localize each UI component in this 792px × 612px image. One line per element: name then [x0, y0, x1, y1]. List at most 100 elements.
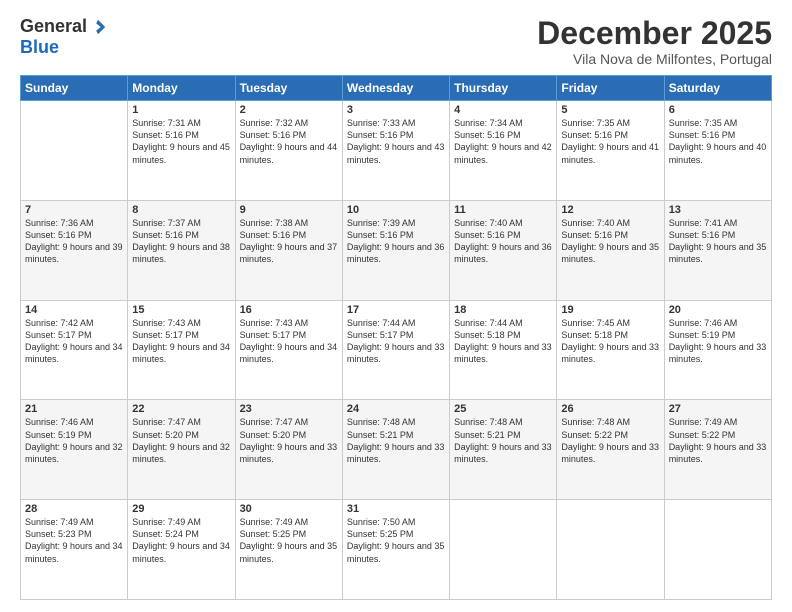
- calendar-cell: 9 Sunrise: 7:38 AMSunset: 5:16 PMDayligh…: [235, 200, 342, 300]
- col-friday: Friday: [557, 76, 664, 101]
- calendar-cell: 18 Sunrise: 7:44 AMSunset: 5:18 PMDaylig…: [450, 300, 557, 400]
- calendar-cell: 26 Sunrise: 7:48 AMSunset: 5:22 PMDaylig…: [557, 400, 664, 500]
- day-number: 6: [669, 104, 767, 116]
- logo-icon: [89, 18, 107, 36]
- col-thursday: Thursday: [450, 76, 557, 101]
- cell-info: Sunrise: 7:47 AMSunset: 5:20 PMDaylight:…: [132, 417, 230, 463]
- cell-info: Sunrise: 7:45 AMSunset: 5:18 PMDaylight:…: [561, 318, 659, 364]
- day-number: 19: [561, 304, 659, 316]
- cell-info: Sunrise: 7:43 AMSunset: 5:17 PMDaylight:…: [240, 318, 338, 364]
- calendar-cell: 5 Sunrise: 7:35 AMSunset: 5:16 PMDayligh…: [557, 101, 664, 201]
- cell-info: Sunrise: 7:48 AMSunset: 5:21 PMDaylight:…: [454, 417, 552, 463]
- cell-info: Sunrise: 7:41 AMSunset: 5:16 PMDaylight:…: [669, 218, 767, 264]
- day-number: 10: [347, 204, 445, 216]
- day-number: 18: [454, 304, 552, 316]
- cell-info: Sunrise: 7:44 AMSunset: 5:17 PMDaylight:…: [347, 318, 445, 364]
- calendar-cell: 15 Sunrise: 7:43 AMSunset: 5:17 PMDaylig…: [128, 300, 235, 400]
- cell-info: Sunrise: 7:33 AMSunset: 5:16 PMDaylight:…: [347, 118, 445, 164]
- calendar-cell: 1 Sunrise: 7:31 AMSunset: 5:16 PMDayligh…: [128, 101, 235, 201]
- calendar-cell: 7 Sunrise: 7:36 AMSunset: 5:16 PMDayligh…: [21, 200, 128, 300]
- calendar-cell: 30 Sunrise: 7:49 AMSunset: 5:25 PMDaylig…: [235, 500, 342, 600]
- calendar-cell: 4 Sunrise: 7:34 AMSunset: 5:16 PMDayligh…: [450, 101, 557, 201]
- day-number: 15: [132, 304, 230, 316]
- calendar-cell: 17 Sunrise: 7:44 AMSunset: 5:17 PMDaylig…: [342, 300, 449, 400]
- calendar-cell: 10 Sunrise: 7:39 AMSunset: 5:16 PMDaylig…: [342, 200, 449, 300]
- day-number: 20: [669, 304, 767, 316]
- cell-info: Sunrise: 7:47 AMSunset: 5:20 PMDaylight:…: [240, 417, 338, 463]
- cell-info: Sunrise: 7:36 AMSunset: 5:16 PMDaylight:…: [25, 218, 123, 264]
- calendar-cell: 8 Sunrise: 7:37 AMSunset: 5:16 PMDayligh…: [128, 200, 235, 300]
- cell-info: Sunrise: 7:38 AMSunset: 5:16 PMDaylight:…: [240, 218, 338, 264]
- day-number: 2: [240, 104, 338, 116]
- cell-info: Sunrise: 7:43 AMSunset: 5:17 PMDaylight:…: [132, 318, 230, 364]
- day-number: 8: [132, 204, 230, 216]
- day-number: 11: [454, 204, 552, 216]
- day-number: 3: [347, 104, 445, 116]
- cell-info: Sunrise: 7:49 AMSunset: 5:24 PMDaylight:…: [132, 517, 230, 563]
- calendar-week-row: 14 Sunrise: 7:42 AMSunset: 5:17 PMDaylig…: [21, 300, 772, 400]
- cell-info: Sunrise: 7:46 AMSunset: 5:19 PMDaylight:…: [669, 318, 767, 364]
- cell-info: Sunrise: 7:31 AMSunset: 5:16 PMDaylight:…: [132, 118, 230, 164]
- day-number: 13: [669, 204, 767, 216]
- calendar-cell: 24 Sunrise: 7:48 AMSunset: 5:21 PMDaylig…: [342, 400, 449, 500]
- calendar-cell: 27 Sunrise: 7:49 AMSunset: 5:22 PMDaylig…: [664, 400, 771, 500]
- col-sunday: Sunday: [21, 76, 128, 101]
- cell-info: Sunrise: 7:46 AMSunset: 5:19 PMDaylight:…: [25, 417, 123, 463]
- calendar-cell: 3 Sunrise: 7:33 AMSunset: 5:16 PMDayligh…: [342, 101, 449, 201]
- day-number: 31: [347, 503, 445, 515]
- day-number: 12: [561, 204, 659, 216]
- day-number: 29: [132, 503, 230, 515]
- cell-info: Sunrise: 7:49 AMSunset: 5:22 PMDaylight:…: [669, 417, 767, 463]
- day-number: 24: [347, 403, 445, 415]
- cell-info: Sunrise: 7:32 AMSunset: 5:16 PMDaylight:…: [240, 118, 338, 164]
- cell-info: Sunrise: 7:44 AMSunset: 5:18 PMDaylight:…: [454, 318, 552, 364]
- day-number: 14: [25, 304, 123, 316]
- cell-info: Sunrise: 7:35 AMSunset: 5:16 PMDaylight:…: [669, 118, 767, 164]
- calendar-cell: 19 Sunrise: 7:45 AMSunset: 5:18 PMDaylig…: [557, 300, 664, 400]
- day-number: 16: [240, 304, 338, 316]
- calendar-cell: 31 Sunrise: 7:50 AMSunset: 5:25 PMDaylig…: [342, 500, 449, 600]
- cell-info: Sunrise: 7:35 AMSunset: 5:16 PMDaylight:…: [561, 118, 659, 164]
- calendar-cell: 14 Sunrise: 7:42 AMSunset: 5:17 PMDaylig…: [21, 300, 128, 400]
- calendar-cell: 12 Sunrise: 7:40 AMSunset: 5:16 PMDaylig…: [557, 200, 664, 300]
- calendar-cell: 29 Sunrise: 7:49 AMSunset: 5:24 PMDaylig…: [128, 500, 235, 600]
- cell-info: Sunrise: 7:40 AMSunset: 5:16 PMDaylight:…: [454, 218, 552, 264]
- day-number: 22: [132, 403, 230, 415]
- title-section: December 2025 Vila Nova de Milfontes, Po…: [537, 16, 772, 67]
- cell-info: Sunrise: 7:42 AMSunset: 5:17 PMDaylight:…: [25, 318, 123, 364]
- day-number: 9: [240, 204, 338, 216]
- col-wednesday: Wednesday: [342, 76, 449, 101]
- location-subtitle: Vila Nova de Milfontes, Portugal: [537, 51, 772, 67]
- calendar-cell: 20 Sunrise: 7:46 AMSunset: 5:19 PMDaylig…: [664, 300, 771, 400]
- day-number: 27: [669, 403, 767, 415]
- cell-info: Sunrise: 7:40 AMSunset: 5:16 PMDaylight:…: [561, 218, 659, 264]
- day-number: 17: [347, 304, 445, 316]
- day-number: 1: [132, 104, 230, 116]
- calendar-cell: 16 Sunrise: 7:43 AMSunset: 5:17 PMDaylig…: [235, 300, 342, 400]
- calendar-week-row: 28 Sunrise: 7:49 AMSunset: 5:23 PMDaylig…: [21, 500, 772, 600]
- calendar-cell: [664, 500, 771, 600]
- day-number: 5: [561, 104, 659, 116]
- calendar-cell: 22 Sunrise: 7:47 AMSunset: 5:20 PMDaylig…: [128, 400, 235, 500]
- day-number: 4: [454, 104, 552, 116]
- day-number: 7: [25, 204, 123, 216]
- calendar-cell: 23 Sunrise: 7:47 AMSunset: 5:20 PMDaylig…: [235, 400, 342, 500]
- col-saturday: Saturday: [664, 76, 771, 101]
- calendar-header-row: Sunday Monday Tuesday Wednesday Thursday…: [21, 76, 772, 101]
- calendar-cell: 21 Sunrise: 7:46 AMSunset: 5:19 PMDaylig…: [21, 400, 128, 500]
- calendar-table: Sunday Monday Tuesday Wednesday Thursday…: [20, 75, 772, 600]
- cell-info: Sunrise: 7:37 AMSunset: 5:16 PMDaylight:…: [132, 218, 230, 264]
- day-number: 28: [25, 503, 123, 515]
- calendar-week-row: 21 Sunrise: 7:46 AMSunset: 5:19 PMDaylig…: [21, 400, 772, 500]
- day-number: 26: [561, 403, 659, 415]
- page: General Blue December 2025 Vila Nova de …: [0, 0, 792, 612]
- col-monday: Monday: [128, 76, 235, 101]
- day-number: 30: [240, 503, 338, 515]
- cell-info: Sunrise: 7:50 AMSunset: 5:25 PMDaylight:…: [347, 517, 445, 563]
- calendar-week-row: 7 Sunrise: 7:36 AMSunset: 5:16 PMDayligh…: [21, 200, 772, 300]
- calendar-cell: 6 Sunrise: 7:35 AMSunset: 5:16 PMDayligh…: [664, 101, 771, 201]
- calendar-cell: 13 Sunrise: 7:41 AMSunset: 5:16 PMDaylig…: [664, 200, 771, 300]
- calendar-cell: [557, 500, 664, 600]
- calendar-cell: [450, 500, 557, 600]
- cell-info: Sunrise: 7:49 AMSunset: 5:23 PMDaylight:…: [25, 517, 123, 563]
